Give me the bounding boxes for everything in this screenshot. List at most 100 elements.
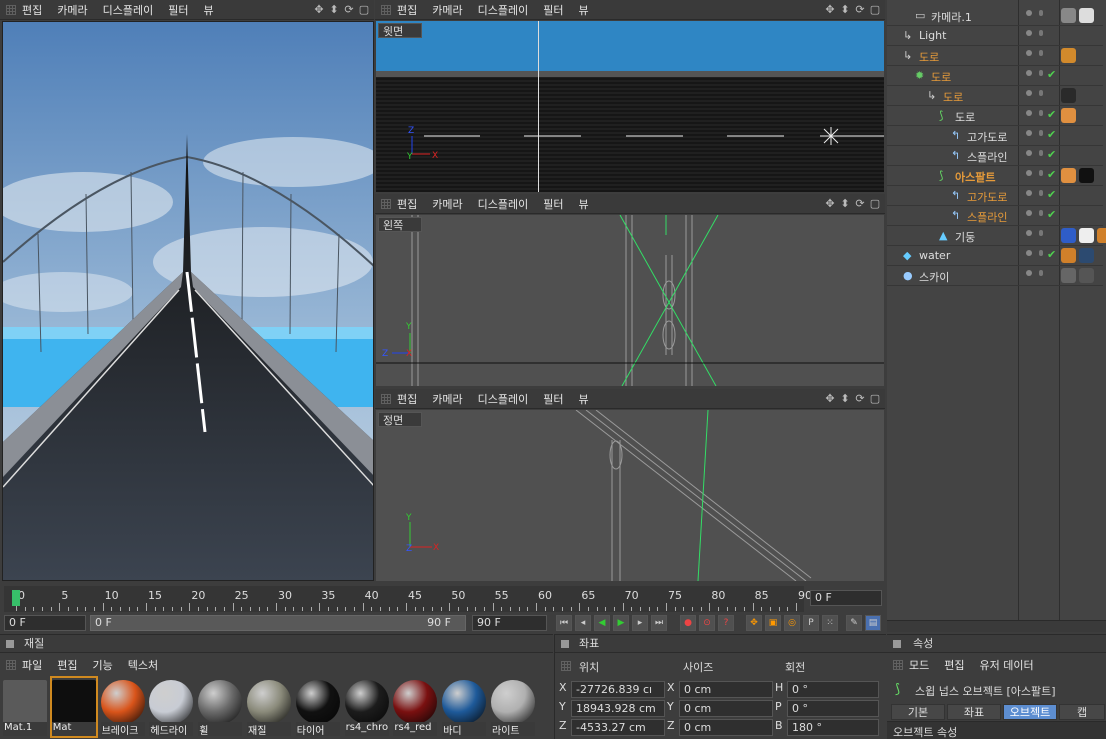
render-dot[interactable] [1039, 150, 1043, 156]
start-frame-field[interactable]: 0 F [4, 615, 86, 631]
render-dot[interactable] [1039, 50, 1043, 56]
playhead[interactable] [12, 590, 20, 606]
rotate-icon[interactable]: ⟳ [343, 3, 355, 16]
menu-view[interactable]: 뷰 [578, 2, 588, 18]
grip-icon[interactable] [561, 661, 571, 671]
key-param-icon[interactable]: P [803, 615, 819, 631]
object-tag-icon[interactable] [1097, 228, 1106, 243]
goto-start-icon[interactable]: ⏮ [556, 615, 572, 631]
object-name[interactable]: 카메라.1 [931, 9, 972, 25]
help-icon[interactable]: ? [718, 615, 734, 631]
visibility-dot[interactable] [1026, 190, 1032, 196]
grip-icon[interactable] [893, 660, 903, 670]
move-icon[interactable]: ✥ [824, 392, 836, 405]
grip-icon[interactable] [6, 660, 16, 670]
render-dot[interactable] [1039, 10, 1043, 16]
position-field[interactable]: -4533.27 cm [571, 719, 665, 736]
front-viewport[interactable]: Y X Z 정면 [376, 410, 884, 581]
visibility-dot[interactable] [1026, 110, 1032, 116]
object-row-road-null[interactable]: ↳ 도로 [887, 86, 1103, 106]
menu-camera[interactable]: 카메라 [432, 2, 462, 18]
object-name[interactable]: 도로 [955, 109, 975, 125]
object-tag-icon[interactable] [1061, 168, 1076, 183]
rotation-field[interactable]: 0 ° [787, 681, 879, 698]
maximize-icon[interactable]: ▢ [869, 3, 881, 16]
move-icon[interactable]: ✥ [824, 197, 836, 210]
size-field[interactable]: 0 cm [679, 681, 773, 698]
enabled-check-icon[interactable]: ✔ [1047, 188, 1056, 201]
zoom-icon[interactable]: ⬍ [839, 3, 851, 16]
enabled-check-icon[interactable]: ✔ [1047, 108, 1056, 121]
goto-end-icon[interactable]: ⏭ [651, 615, 667, 631]
menu-file[interactable]: 파일 [22, 657, 42, 673]
object-name[interactable]: 고가도로 [967, 129, 1007, 145]
object-row-spline[interactable]: ↰ 스플라인 ✔ [887, 146, 1103, 166]
enabled-check-icon[interactable]: ✔ [1047, 128, 1056, 141]
object-row-overpass-spline[interactable]: ↰ 고가도로 ✔ [887, 126, 1103, 146]
object-row-water[interactable]: ◆ water ✔ [887, 246, 1103, 266]
object-name[interactable]: 고가도로 [967, 189, 1007, 205]
material-swatch[interactable]: rs4_chro [344, 678, 389, 736]
enabled-check-icon[interactable]: ✔ [1047, 168, 1056, 181]
object-row-road-array[interactable]: ✹ 도로 ✔ [887, 66, 1103, 86]
object-name[interactable]: 스카이 [919, 269, 949, 285]
rotate-icon[interactable]: ⟳ [854, 197, 866, 210]
object-name[interactable]: water [919, 249, 950, 262]
render-dot[interactable] [1039, 90, 1043, 96]
size-field[interactable]: 0 cm [679, 700, 773, 717]
render-dot[interactable] [1039, 190, 1043, 196]
next-key-icon[interactable]: ▸ [632, 615, 648, 631]
material-swatch[interactable]: 라이트 [491, 678, 535, 736]
autokey-icon[interactable]: ⊙ [699, 615, 715, 631]
object-tag-icon[interactable] [1061, 248, 1076, 263]
zoom-icon[interactable]: ⬍ [839, 197, 851, 210]
material-swatch[interactable]: 재질 [247, 678, 291, 736]
object-tag-icon[interactable] [1061, 8, 1076, 23]
menu-edit[interactable]: 편집 [57, 657, 77, 673]
object-row-camera[interactable]: ▭ 카메라.1 [887, 6, 1103, 26]
rotation-field[interactable]: 0 ° [787, 700, 879, 717]
end-frame-field[interactable]: 90 F [472, 615, 547, 631]
grip-icon[interactable] [6, 4, 16, 15]
grip-icon[interactable] [381, 4, 391, 15]
material-swatch[interactable]: 헤드라이 [149, 678, 194, 736]
object-name[interactable]: 도로 [943, 89, 963, 105]
menu-filter[interactable]: 필터 [543, 391, 563, 407]
menu-filter[interactable]: 필터 [543, 196, 563, 212]
move-icon[interactable]: ✥ [824, 3, 836, 16]
menu-filter[interactable]: 필터 [543, 2, 563, 18]
object-tag-icon[interactable] [1079, 8, 1094, 23]
move-icon[interactable]: ✥ [313, 3, 325, 16]
object-name[interactable]: 스플라인 [967, 149, 1007, 165]
visibility-dot[interactable] [1026, 10, 1032, 16]
key-rotate-icon[interactable]: ◎ [784, 615, 800, 631]
object-row-road-sweep[interactable]: ⟆ 도로 ✔ [887, 106, 1103, 126]
position-field[interactable]: -27726.839 cı [571, 681, 665, 698]
visibility-dot[interactable] [1026, 210, 1032, 216]
object-tag-icon[interactable] [1061, 108, 1076, 123]
visibility-dot[interactable] [1026, 230, 1032, 236]
visibility-dot[interactable] [1026, 150, 1032, 156]
rotate-icon[interactable]: ⟳ [854, 3, 866, 16]
object-name[interactable]: 도로 [919, 49, 939, 65]
grip-icon[interactable] [381, 393, 391, 404]
visibility-dot[interactable] [1026, 130, 1032, 136]
object-row-asphalt-sweep[interactable]: ⟆ 아스팔트 ✔ [887, 166, 1103, 186]
object-row-pillar[interactable]: ▲ 기둥 [887, 226, 1106, 246]
visibility-dot[interactable] [1026, 70, 1032, 76]
material-swatch[interactable]: 브레이크 [100, 678, 145, 736]
render-dot[interactable] [1039, 170, 1043, 176]
object-row-overpass-spline[interactable]: ↰ 고가도로 ✔ [887, 186, 1103, 206]
object-tag-icon[interactable] [1079, 228, 1094, 243]
key-scale-icon[interactable]: ▣ [765, 615, 781, 631]
menu-display[interactable]: 디스플레이 [103, 2, 154, 18]
visibility-dot[interactable] [1026, 170, 1032, 176]
rotation-field[interactable]: 180 ° [787, 719, 879, 736]
object-name[interactable]: 도로 [931, 69, 951, 85]
menu-filter[interactable]: 필터 [168, 2, 188, 18]
menu-camera[interactable]: 카메라 [432, 196, 462, 212]
menu-display[interactable]: 디스플레이 [478, 196, 529, 212]
visibility-dot[interactable] [1026, 90, 1032, 96]
render-dot[interactable] [1039, 270, 1043, 276]
menu-view[interactable]: 뷰 [203, 2, 213, 18]
